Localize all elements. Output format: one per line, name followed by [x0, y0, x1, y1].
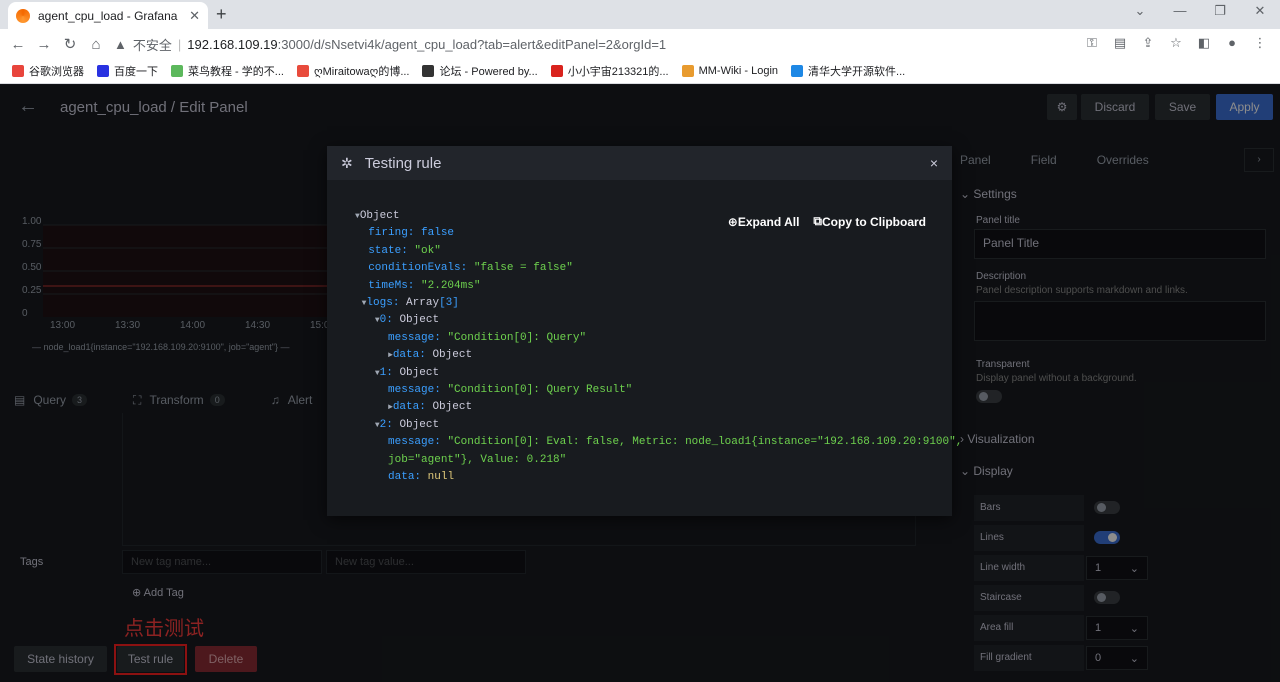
json-type: Object [432, 401, 473, 414]
json-key: message: [388, 436, 441, 449]
testing-rule-modal: ✲ Testing rule × ⊕ Expand All ⧉ Copy to Cl… [327, 146, 962, 516]
json-type: Object [432, 349, 473, 362]
json-index[interactable]: 1: [380, 367, 393, 379]
json-key[interactable]: logs: [366, 297, 399, 309]
json-value: job="agent"}, Value: 0.218" [388, 453, 567, 466]
url-path: :3000/d/sNsetvi4k/agent_cpu_load?tab=ale… [277, 36, 667, 52]
modal-header: ✲ Testing rule × [327, 146, 952, 180]
close-window-icon[interactable]: ✕ [1240, 3, 1280, 19]
bookmark-favicon-icon [296, 65, 309, 77]
bookmark-favicon-icon [97, 65, 109, 77]
back-icon[interactable]: ← [5, 36, 31, 53]
bookmark-favicon-icon [681, 65, 694, 77]
json-value: false [421, 227, 455, 240]
json-root[interactable]: Object [360, 210, 400, 222]
bookmark-label: MM-Wiki - Login [698, 65, 779, 77]
json-value: "2.204ms" [421, 279, 481, 292]
json-tree: ▼Object firing: false state: "ok" condit… [355, 208, 962, 487]
profile-icon[interactable]: ● [1220, 35, 1244, 51]
share-icon[interactable]: ⇪ [1136, 35, 1160, 51]
json-key: firing: [368, 227, 415, 240]
json-value: "false = false" [473, 262, 573, 275]
browser-tab-bar: agent_cpu_load - Grafana ✕ + ⌄ — ❐ ✕ [0, 0, 1280, 29]
json-key[interactable]: data: [393, 349, 426, 361]
url-field[interactable]: ▲ 不安全 | 192.168.109.19 :3000/d/sNsetvi4k… [114, 32, 1084, 56]
bookmark-label: 菜鸟教程 - 学的不... [188, 66, 284, 78]
bookmark-star-icon[interactable]: ☆ [1164, 35, 1188, 51]
window-controls: ⌄ — ❐ ✕ [1120, 3, 1280, 19]
tab-close-icon[interactable]: ✕ [189, 8, 200, 24]
json-key: message: [388, 384, 441, 397]
new-tab-button[interactable]: + [216, 4, 227, 25]
json-key: message: [388, 331, 441, 344]
bookmark-label: 清华大学开源软件... [808, 66, 906, 78]
bookmark-item[interactable]: 论坛 - Powered by... [422, 63, 538, 79]
side-panel-icon[interactable]: ◧ [1192, 35, 1216, 51]
json-index[interactable]: 0: [380, 314, 393, 326]
browser-tab[interactable]: agent_cpu_load - Grafana ✕ [8, 2, 208, 29]
browser-actions: ⚿ ▤ ⇪ ☆ ◧ ● ⋮ [1080, 35, 1272, 51]
minimize-icon[interactable]: — [1160, 3, 1200, 19]
bookmark-favicon-icon [12, 65, 24, 77]
json-key: conditionEvals: [368, 262, 468, 275]
bookmark-label: ღMiraitowaღ的博... [313, 66, 410, 78]
json-length: [3] [439, 297, 459, 310]
bookmark-item[interactable]: 清华大学开源软件... [791, 63, 905, 79]
bookmark-item[interactable]: 谷歌浏览器 [12, 63, 84, 79]
bookmark-item[interactable]: MM-Wiki - Login [681, 65, 779, 77]
forward-icon[interactable]: → [31, 36, 57, 53]
bug-icon: ✲ [341, 154, 353, 171]
bookmark-item[interactable]: 小小宇宙213321的... [550, 63, 669, 79]
bookmark-item[interactable]: ღMiraitowaღ的博... [296, 63, 410, 79]
json-type: Array [406, 297, 440, 310]
reload-icon[interactable]: ↻ [57, 35, 83, 53]
bookmark-label: 百度一下 [114, 66, 158, 78]
json-key: data: [388, 471, 422, 484]
warning-icon[interactable]: ▲ [114, 37, 127, 52]
close-icon[interactable]: × [930, 155, 938, 171]
json-value: "ok" [414, 244, 441, 257]
json-key: state: [368, 244, 408, 257]
bookmark-favicon-icon [791, 65, 804, 77]
json-type: Object [399, 366, 440, 379]
bookmark-label: 小小宇宙213321的... [567, 66, 669, 78]
bookmark-favicon-icon [550, 65, 563, 77]
bookmark-item[interactable]: 菜鸟教程 - 学的不... [171, 63, 284, 79]
bookmarks-bar: 谷歌浏览器 百度一下 菜鸟教程 - 学的不... ღMiraitowaღ的博... 论坛… [0, 59, 1280, 84]
tab-search-icon[interactable]: ⌄ [1120, 3, 1160, 19]
json-value: null [427, 471, 455, 484]
grafana-logo-icon [16, 8, 30, 23]
url-separator: | [177, 36, 182, 52]
bookmark-item[interactable]: 百度一下 [97, 63, 158, 79]
translate-icon[interactable]: ▤ [1108, 35, 1132, 51]
restore-icon[interactable]: ❐ [1200, 3, 1240, 19]
bookmark-label: 论坛 - Powered by... [439, 66, 538, 78]
bookmark-favicon-icon [171, 65, 183, 77]
bookmark-label: 谷歌浏览器 [29, 66, 84, 78]
modal-title: Testing rule [364, 154, 442, 172]
bookmark-favicon-icon [422, 65, 435, 77]
json-value: "Condition[0]: Query" [447, 331, 587, 344]
json-type: Object [399, 314, 440, 327]
url-host: 192.168.109.19 [187, 36, 278, 52]
json-index[interactable]: 2: [380, 419, 393, 431]
home-icon[interactable]: ⌂ [83, 36, 109, 53]
tab-title: agent_cpu_load - Grafana [38, 8, 178, 23]
json-value: "Condition[0]: Eval: false, Metric: node… [447, 436, 963, 449]
json-key[interactable]: data: [393, 401, 426, 413]
key-icon[interactable]: ⚿ [1080, 35, 1104, 51]
json-type: Object [399, 418, 440, 431]
menu-icon[interactable]: ⋮ [1248, 35, 1272, 51]
insecure-label: 不安全 [132, 37, 172, 53]
json-key: timeMs: [368, 279, 415, 292]
json-value: "Condition[0]: Query Result" [447, 384, 633, 397]
